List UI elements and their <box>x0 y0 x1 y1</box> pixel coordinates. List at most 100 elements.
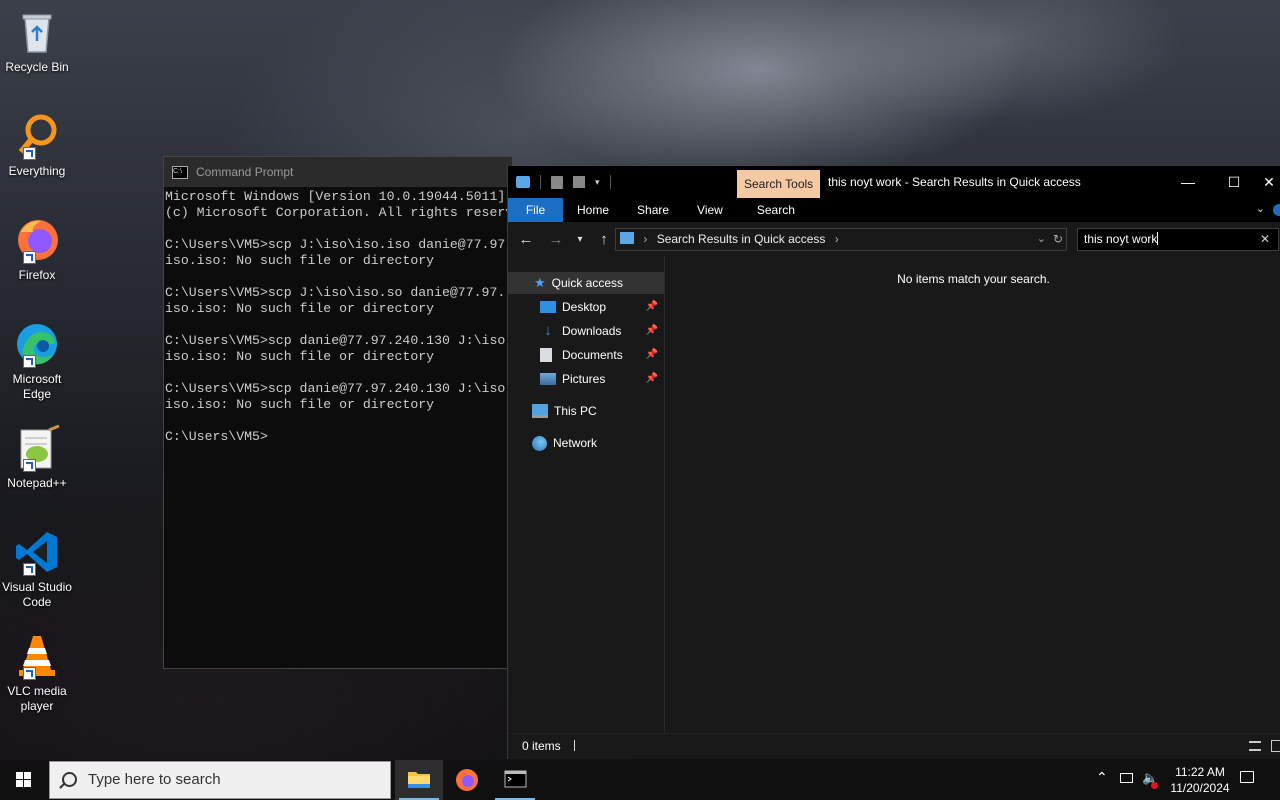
recent-locations-chevron-icon[interactable]: ▾ <box>568 234 592 245</box>
shortcut-arrow-icon <box>23 147 36 160</box>
console-line: iso.iso: No such file or directory <box>165 253 435 268</box>
empty-results-message: No items match your search. <box>897 272 1050 286</box>
console-line: C:\Users\VM5>scp J:\iso\iso.so danie@77.… <box>165 285 506 300</box>
text-cursor <box>1157 232 1159 245</box>
close-button[interactable]: ✕ <box>1257 166 1280 198</box>
shortcut-arrow-icon <box>23 355 36 368</box>
search-tools-contextual-tab[interactable]: Search Tools <box>737 170 821 198</box>
sidebar-item-downloads[interactable]: ↓ Downloads 📌 <box>508 320 664 342</box>
breadcrumb-separator-icon: › <box>643 232 648 246</box>
refresh-icon[interactable]: ↻ <box>1053 229 1063 250</box>
sidebar-item-documents[interactable]: Documents 📌 <box>508 344 664 366</box>
computer-icon <box>532 404 548 418</box>
details-view-icon[interactable] <box>1249 741 1261 751</box>
show-hidden-icons-chevron-icon[interactable]: ⌃ <box>1096 769 1108 786</box>
taskbar-search-box[interactable]: Type here to search ⌂ <box>49 761 391 799</box>
address-bar[interactable]: › Search Results in Quick access › ⌄ ↻ <box>615 228 1067 251</box>
taskbar-command-prompt[interactable] <box>491 760 539 800</box>
tab-home[interactable]: Home <box>563 198 623 222</box>
expand-ribbon-chevron-icon[interactable]: ⌄ <box>1256 202 1265 215</box>
network-status-icon[interactable] <box>1120 773 1133 783</box>
desktop-icon-vscode[interactable]: Visual Studio Code <box>0 528 74 610</box>
desktop-icon-vlc[interactable]: VLC media player <box>0 632 74 714</box>
explorer-title-bar[interactable]: ▾ Search Tools this noyt work - Search R… <box>508 166 1280 198</box>
search-input[interactable]: this noyt work ✕ <box>1077 228 1279 251</box>
tab-search[interactable]: Search <box>737 198 815 222</box>
tab-view[interactable]: View <box>683 198 737 222</box>
cmd-console[interactable]: Microsoft Windows [Version 10.0.19044.50… <box>164 187 512 659</box>
new-folder-icon[interactable] <box>573 176 585 188</box>
taskbar-firefox[interactable] <box>443 760 491 800</box>
pin-icon[interactable]: 📌 <box>646 296 658 318</box>
notifications-icon[interactable] <box>1240 771 1254 783</box>
taskbar-file-explorer[interactable] <box>395 760 443 800</box>
sidebar-item-quick-access[interactable]: ★ Quick access <box>508 272 664 294</box>
desktop-icon-notepadpp[interactable]: Notepad++ <box>0 424 74 491</box>
back-arrow-icon[interactable]: ← <box>514 231 538 248</box>
file-explorer-window[interactable]: ▾ Search Tools this noyt work - Search R… <box>507 166 1280 759</box>
document-icon <box>540 348 552 362</box>
notepadpp-icon <box>13 424 61 472</box>
sidebar-item-network[interactable]: Network <box>508 432 664 454</box>
clear-search-icon[interactable]: ✕ <box>1260 229 1270 250</box>
everything-icon <box>13 112 61 160</box>
address-dropdown-chevron-icon[interactable]: ⌄ <box>1037 229 1046 250</box>
results-pane[interactable]: No items match your search. <box>666 256 1280 734</box>
up-arrow-icon[interactable]: ↑ <box>592 231 616 248</box>
console-line: C:\Users\VM5> <box>165 429 268 444</box>
sidebar-item-label: Network <box>553 436 598 450</box>
text-cursor-icon: ⌂ <box>354 790 359 800</box>
desktop-icon-label: Notepad++ <box>7 476 67 490</box>
tab-share[interactable]: Share <box>623 198 683 222</box>
console-line: iso.iso: No such file or directory <box>165 301 435 316</box>
sidebar-item-label: Downloads <box>562 324 622 338</box>
pictures-icon <box>540 373 556 385</box>
sidebar-item-label: Documents <box>562 348 623 362</box>
network-icon <box>532 435 547 451</box>
firefox-icon <box>13 216 61 264</box>
forward-arrow-icon[interactable]: → <box>544 231 568 248</box>
desktop-icon-recycle-bin[interactable]: Recycle Bin <box>0 8 74 75</box>
ribbon-tabs: File Home Share View Search ⌄ <box>508 198 1280 222</box>
search-placeholder: Type here to search <box>88 771 221 788</box>
toolbar-divider <box>540 175 541 189</box>
file-explorer-icon <box>408 772 430 788</box>
system-tray: ⌃ 🔈 11:22 AM 11/20/2024 <box>1090 760 1280 800</box>
sidebar-item-label: Quick access <box>551 276 624 290</box>
tab-file[interactable]: File <box>508 198 563 222</box>
help-icon[interactable] <box>1273 204 1280 216</box>
minimize-button[interactable]: — <box>1165 166 1211 198</box>
pin-icon[interactable]: 📌 <box>646 320 658 342</box>
desktop-icon-firefox[interactable]: Firefox <box>0 216 74 283</box>
console-line: iso.iso: No such file or directory <box>165 397 435 412</box>
search-icon-handle <box>59 783 65 789</box>
desktop-icon-edge[interactable]: Microsoft Edge <box>0 320 74 402</box>
command-prompt-icon <box>504 770 527 788</box>
pin-icon[interactable]: 📌 <box>646 344 658 366</box>
sidebar-item-label: Desktop <box>562 300 607 314</box>
status-bar: 0 items <box>508 733 1280 759</box>
recycle-bin-icon <box>13 8 61 56</box>
desktop-icon-everything[interactable]: Everything <box>0 112 74 179</box>
maximize-button[interactable]: ☐ <box>1211 166 1257 198</box>
start-button[interactable] <box>0 760 48 800</box>
vlc-icon <box>13 632 61 680</box>
properties-icon[interactable] <box>551 175 563 189</box>
large-icons-view-icon[interactable] <box>1271 740 1280 752</box>
desktop-folder-icon <box>540 301 556 313</box>
sidebar-item-desktop[interactable]: Desktop 📌 <box>508 296 664 318</box>
taskbar: Type here to search ⌂ ⌃ 🔈 11:22 AM 11/20… <box>0 760 1280 800</box>
desktop-icon-label: VLC media player <box>7 684 67 713</box>
windows-logo-icon <box>16 772 31 787</box>
customize-toolbar-chevron-icon[interactable]: ▾ <box>595 177 600 188</box>
sidebar-item-this-pc[interactable]: This PC <box>508 400 664 422</box>
cmd-title-bar[interactable]: C:\ Command Prompt <box>164 157 512 187</box>
sidebar-item-pictures[interactable]: Pictures 📌 <box>508 368 664 390</box>
pin-icon[interactable]: 📌 <box>646 368 658 390</box>
breadcrumb-current[interactable]: Search Results in Quick access <box>657 232 826 246</box>
console-line: C:\Users\VM5>scp danie@77.97.240.130 J:\… <box>165 333 506 348</box>
command-prompt-window[interactable]: C:\ Command Prompt Microsoft Windows [Ve… <box>163 156 513 669</box>
clock[interactable]: 11:22 AM 11/20/2024 <box>1164 764 1236 796</box>
